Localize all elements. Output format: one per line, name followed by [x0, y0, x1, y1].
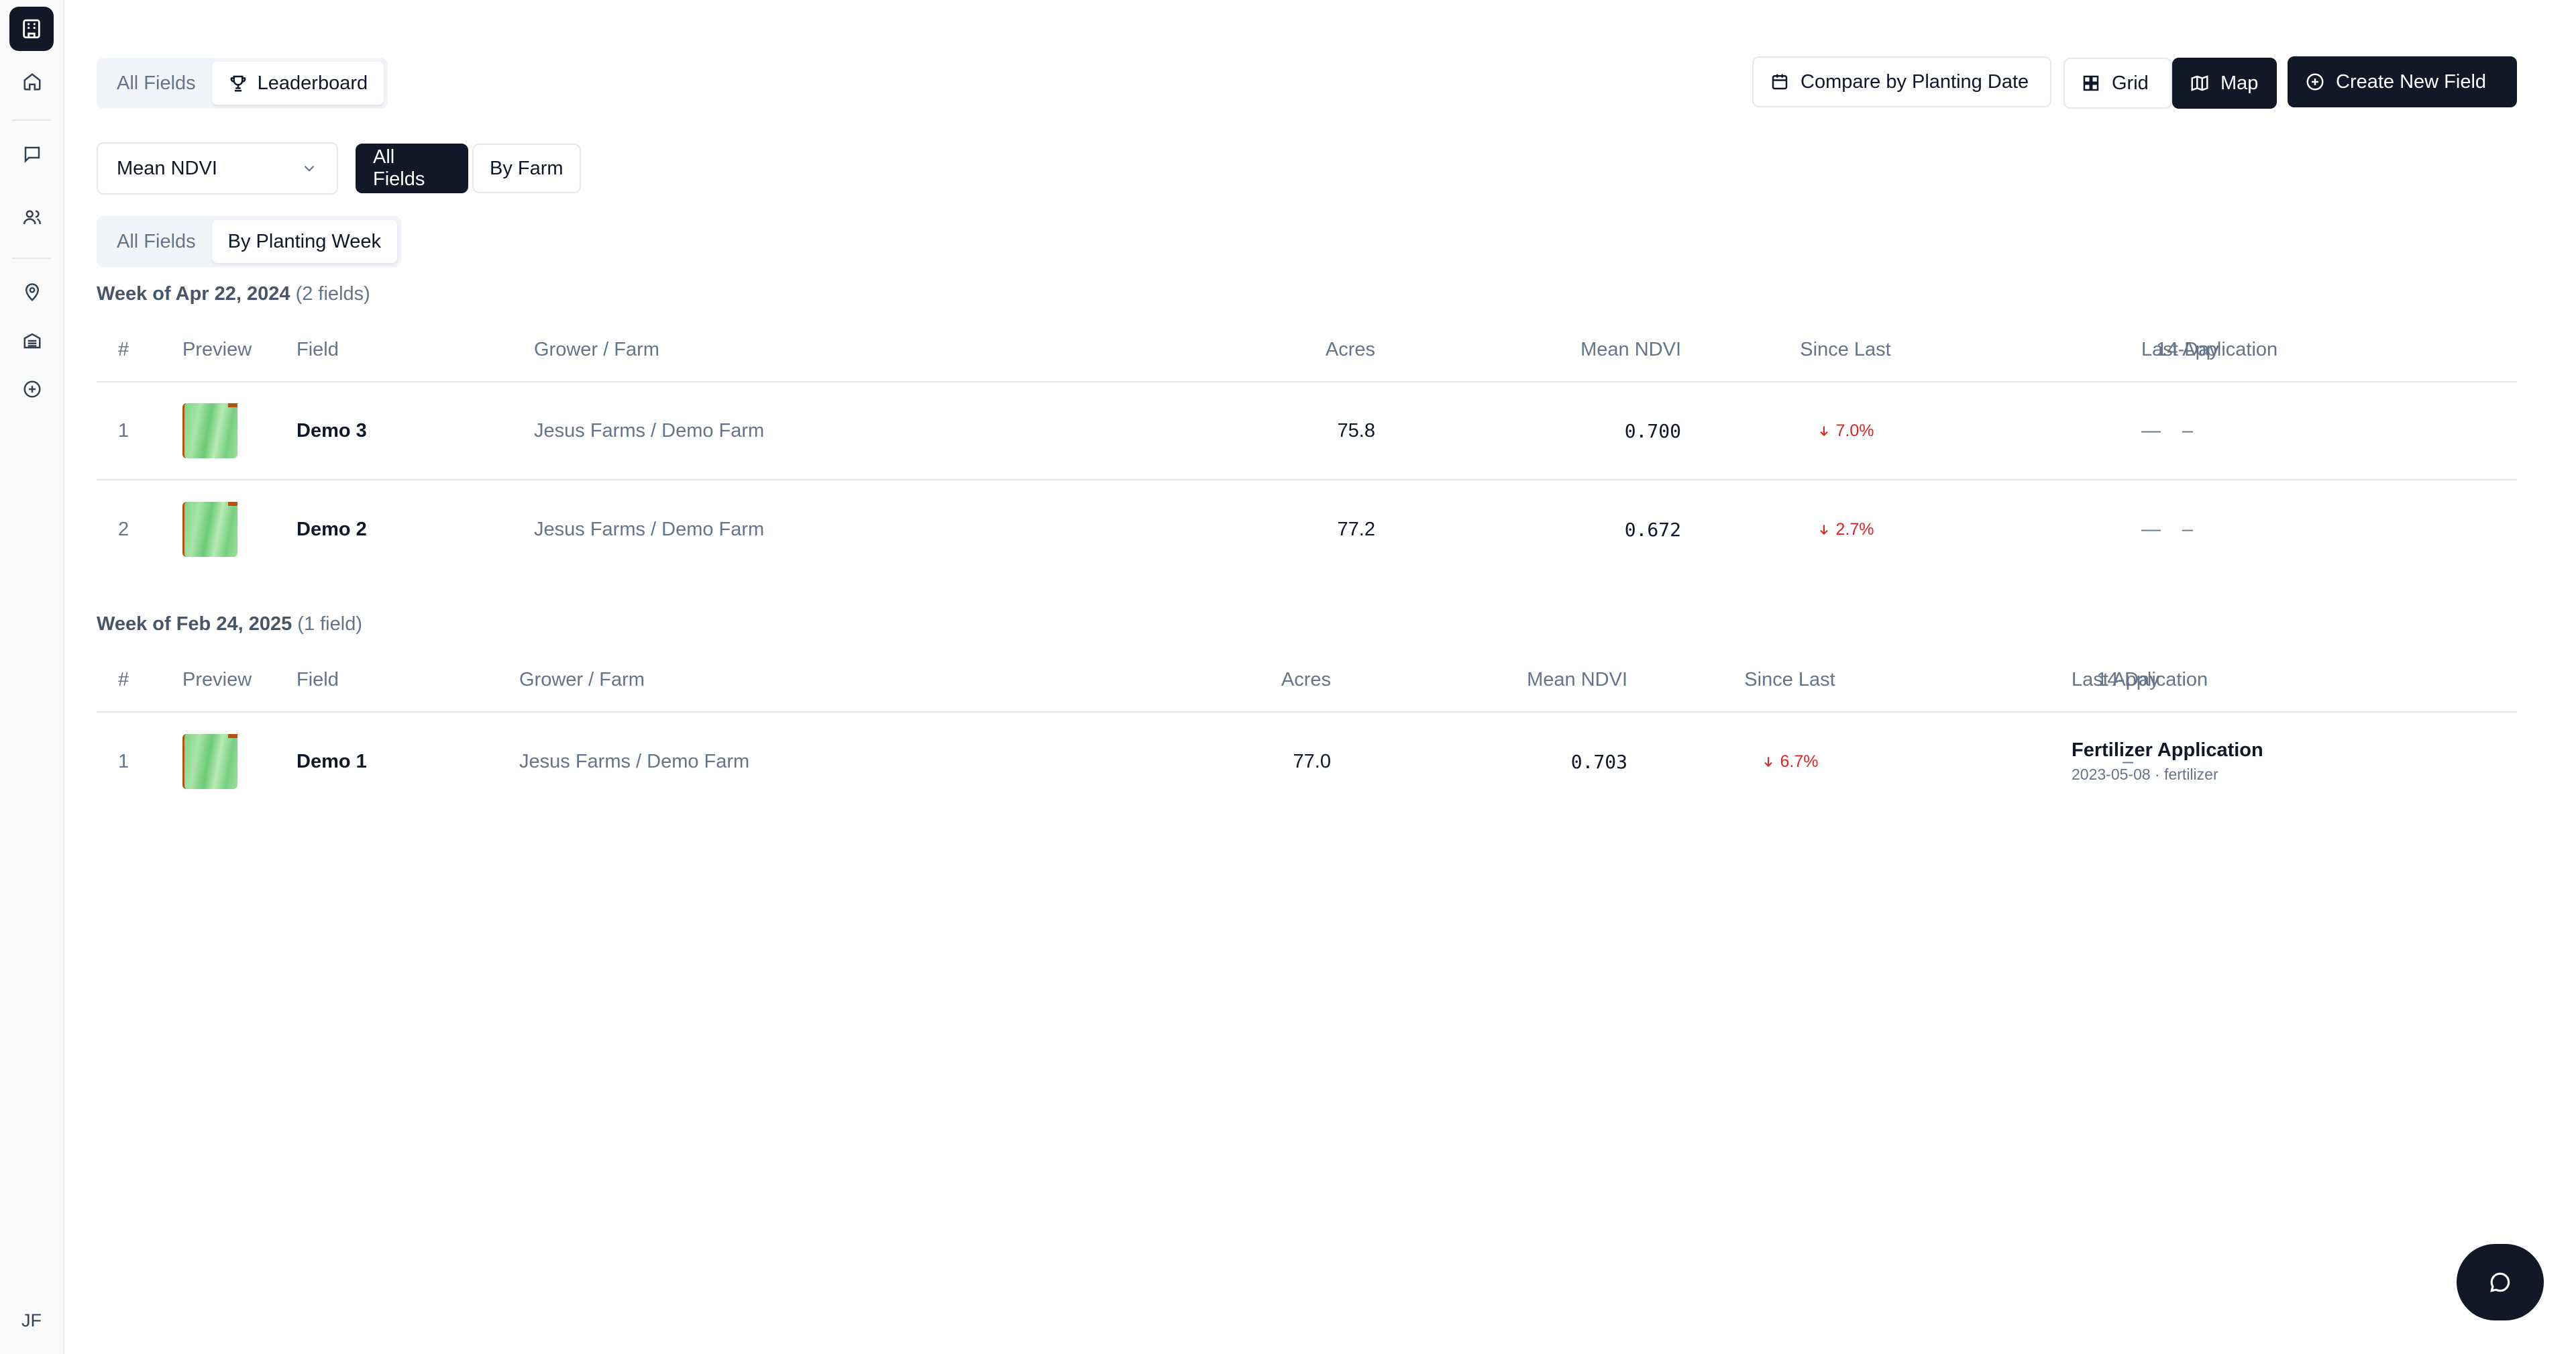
grouping-tabs: All Fields By Planting Week: [97, 216, 402, 267]
row-14-day: –: [2182, 518, 2194, 540]
col-preview: Preview: [182, 668, 252, 690]
compare-by-planting-date-button[interactable]: Compare by Planting Date: [1752, 56, 2051, 107]
row-acres: 75.8: [1337, 419, 1375, 441]
grid-icon: [2083, 75, 2099, 91]
map-icon: [2191, 75, 2208, 91]
row-since-last-value: 2.7%: [1835, 519, 1874, 539]
row-acres: 77.2: [1337, 518, 1375, 540]
grid-label: Grid: [2112, 72, 2149, 94]
leaderboard-table: # Preview Field Grower / Farm Acres Mean…: [97, 648, 2517, 811]
group-count: (2 fields): [295, 283, 370, 305]
metric-select-value: Mean NDVI: [117, 157, 217, 179]
row-14-day: –: [2182, 419, 2194, 441]
row-since-last-value: 6.7%: [1780, 751, 1819, 771]
row-field-name[interactable]: Demo 2: [297, 480, 367, 578]
row-last-application[interactable]: Fertilizer Application 2023-05-08 · fert…: [2072, 713, 2263, 811]
warehouse-icon[interactable]: [16, 325, 48, 357]
arrow-down-icon: [1764, 757, 1772, 768]
col-preview: Preview: [182, 338, 252, 360]
col-grower[interactable]: Grower / Farm: [519, 648, 645, 711]
create-new-field-button[interactable]: Create New Field: [2288, 56, 2517, 107]
table-row[interactable]: 1 Demo 3 Jesus Farms / Demo Farm 75.8 0.…: [97, 382, 2517, 480]
create-label: Create New Field: [2336, 70, 2487, 93]
row-grower: Jesus Farms / Demo Farm: [519, 750, 750, 772]
col-acres[interactable]: Acres: [1130, 648, 1331, 711]
tab-leaderboard-label: Leaderboard: [257, 72, 368, 94]
arrow-down-icon: [1819, 525, 1828, 535]
application-subtitle: 2023-05-08 · fertilizer: [2072, 766, 2218, 783]
row-field-name[interactable]: Demo 3: [297, 382, 367, 479]
view-tabs: All Fields Leaderboard: [97, 58, 388, 109]
compare-label: Compare by Planting Date: [1801, 70, 2029, 93]
table-header: # Preview Field Grower / Farm Acres Mean…: [97, 318, 2517, 382]
row-last-application: —: [2141, 518, 2161, 540]
avatar[interactable]: JF: [9, 1303, 54, 1338]
table-header: # Preview Field Grower / Farm Acres Mean…: [97, 648, 2517, 713]
group-count: (1 field): [297, 613, 362, 635]
col-grower[interactable]: Grower / Farm: [534, 318, 659, 381]
add-circle-icon[interactable]: [16, 373, 48, 405]
row-rank: 1: [118, 419, 129, 441]
tab-all-fields[interactable]: All Fields: [101, 62, 212, 105]
row-acres: 77.0: [1293, 750, 1331, 772]
group-title-text: Week of Feb 24, 2025: [97, 613, 292, 635]
field-thumbnail: [182, 382, 237, 479]
chevron-down-icon: [304, 165, 315, 172]
row-field-name[interactable]: Demo 1: [297, 713, 367, 811]
row-rank: 1: [118, 750, 129, 772]
tab-leaderboard[interactable]: Leaderboard: [211, 62, 384, 105]
metric-select[interactable]: Mean NDVI: [97, 142, 338, 195]
tab-by-planting-week[interactable]: By Planting Week: [211, 220, 398, 263]
calendar-icon: [1772, 74, 1788, 90]
map-view-button[interactable]: Map: [2172, 58, 2277, 109]
tab-group-all-fields[interactable]: All Fields: [101, 220, 212, 263]
row-since-last-value: 7.0%: [1835, 421, 1874, 440]
table-row[interactable]: 1 Demo 1 Jesus Farms / Demo Farm 77.0 0.…: [97, 713, 2517, 811]
chat-bubble-icon: [2490, 1272, 2510, 1292]
row-ndvi: 0.700: [1624, 419, 1681, 442]
row-ndvi: 0.703: [1570, 750, 1627, 773]
table-row[interactable]: 2 Demo 2 Jesus Farms / Demo Farm 77.2 0.…: [97, 480, 2517, 578]
chat-button[interactable]: [2457, 1244, 2544, 1320]
map-label: Map: [2220, 72, 2259, 94]
trophy-icon: [230, 75, 246, 92]
col-rank: #: [118, 668, 129, 690]
row-ndvi: 0.672: [1624, 518, 1681, 541]
col-ndvi[interactable]: Mean NDVI: [1479, 318, 1681, 381]
field-thumbnail: [182, 713, 237, 811]
grid-view-button[interactable]: Grid: [2063, 58, 2172, 109]
sidebar-separator: [12, 258, 51, 259]
plus-circle-icon: [2306, 73, 2324, 91]
col-rank: #: [118, 338, 129, 360]
row-last-application: —: [2141, 419, 2161, 441]
users-icon[interactable]: [16, 201, 48, 233]
application-title: Fertilizer Application: [2072, 739, 2263, 761]
group-title-text: Week of Apr 22, 2024: [97, 283, 290, 305]
col-ndvi[interactable]: Mean NDVI: [1425, 648, 1627, 711]
sidebar-separator: [12, 119, 51, 121]
col-last-application[interactable]: Last Application: [2141, 318, 2277, 381]
col-field[interactable]: Field: [297, 648, 339, 711]
arrow-down-icon: [1819, 426, 1828, 437]
field-thumbnail: [182, 480, 237, 578]
row-grower: Jesus Farms / Demo Farm: [534, 518, 765, 540]
col-acres[interactable]: Acres: [1170, 318, 1375, 381]
message-icon[interactable]: [16, 138, 48, 170]
scope-all-fields-button[interactable]: All Fields: [356, 144, 468, 193]
row-grower: Jesus Farms / Demo Farm: [534, 419, 765, 441]
sidebar: JF: [0, 0, 64, 1354]
row-rank: 2: [118, 518, 129, 540]
leaderboard-table: # Preview Field Grower / Farm Acres Mean…: [97, 318, 2517, 578]
group-title: Week of Feb 24, 2025 (1 field): [97, 613, 362, 635]
home-icon[interactable]: [16, 66, 48, 98]
scope-by-farm-button[interactable]: By Farm: [472, 144, 581, 193]
app-logo-icon[interactable]: [9, 7, 54, 51]
col-field[interactable]: Field: [297, 318, 339, 381]
group-title: Week of Apr 22, 2024 (2 fields): [97, 283, 370, 305]
col-last-application[interactable]: Last Application: [2072, 648, 2208, 711]
map-pin-icon[interactable]: [16, 276, 48, 309]
